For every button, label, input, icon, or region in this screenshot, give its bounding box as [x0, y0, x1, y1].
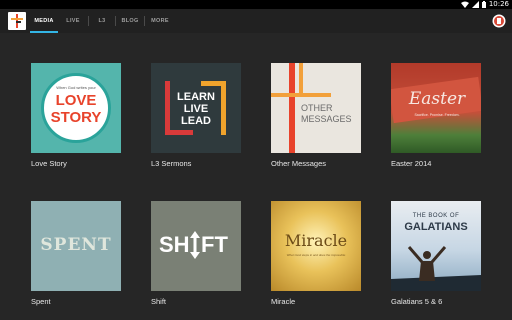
- l3-frame-bar: [165, 130, 193, 135]
- spent-art-line1: SPENT: [40, 235, 112, 255]
- shift-thumbnail: SH FT: [151, 201, 241, 291]
- media-item-title: Spent: [31, 297, 51, 306]
- media-item-title: Galatians 5 & 6: [391, 297, 443, 306]
- love-story-art-line3: STORY: [50, 109, 102, 126]
- media-item-title: L3 Sermons: [151, 159, 192, 168]
- tab-media-label: MEDIA: [34, 18, 54, 24]
- media-item-easter-2014[interactable]: Easter Sacrifice. Promise. Freedom. East…: [391, 63, 481, 168]
- media-item-title: Other Messages: [271, 159, 327, 168]
- media-item-shift[interactable]: SH FT Shift: [151, 201, 241, 306]
- l3-sermons-thumbnail: LEARN LIVE LEAD: [151, 63, 241, 153]
- action-bar: MEDIA LIVE L3 BLOG MORE: [0, 9, 512, 33]
- l3-frame-bar: [221, 81, 226, 135]
- app-action-icon[interactable]: [492, 14, 506, 28]
- tab-l3-label: L3: [98, 18, 106, 24]
- tab-blog-label: BLOG: [121, 18, 139, 24]
- shift-art-line2: FT: [201, 232, 228, 257]
- cross-bar: [299, 63, 303, 95]
- other-messages-art-line2: MESSAGES: [301, 114, 352, 124]
- love-story-art-line1: When God writes your: [56, 85, 96, 90]
- miracle-thumbnail: Miracle When God steps in and does the i…: [271, 201, 361, 291]
- l3-art-line1: LEARN: [177, 91, 215, 103]
- other-messages-thumbnail: OTHER MESSAGES: [271, 63, 361, 153]
- miracle-art-line1: Miracle: [284, 231, 348, 250]
- person-silhouette-icon: [391, 246, 481, 291]
- other-messages-art-line1: OTHER: [301, 103, 333, 113]
- tab-live-label: LIVE: [66, 18, 80, 24]
- tab-l3[interactable]: L3: [89, 9, 115, 33]
- signal-icon: [472, 1, 479, 8]
- cross-bar: [271, 93, 331, 97]
- galatians-art-line2: GALATIANS: [404, 221, 468, 233]
- spent-thumbnail: SPENT: [31, 201, 121, 291]
- media-item-title: Love Story: [31, 159, 67, 168]
- tab-blog[interactable]: BLOG: [116, 9, 144, 33]
- church-logo-icon[interactable]: [8, 12, 26, 30]
- media-item-l3-sermons[interactable]: LEARN LIVE LEAD L3 Sermons: [151, 63, 241, 168]
- status-icons: [461, 1, 486, 8]
- media-item-title: Shift: [151, 297, 167, 306]
- media-item-spent[interactable]: SPENT Spent: [31, 201, 121, 306]
- easter-art-line1: Easter: [408, 89, 466, 109]
- media-item-miracle[interactable]: Miracle When God steps in and does the i…: [271, 201, 361, 306]
- tab-media[interactable]: MEDIA: [30, 9, 58, 33]
- status-time: 10:26: [488, 0, 509, 8]
- battery-icon: [482, 1, 486, 8]
- l3-art-line2: LIVE: [183, 103, 209, 115]
- miracle-art-line2: When God steps in and does the impossibl…: [286, 253, 346, 257]
- l3-art-line3: LEAD: [181, 115, 211, 127]
- galatians-art-line1: THE BOOK OF: [412, 213, 460, 219]
- media-item-title: Miracle: [271, 297, 296, 306]
- media-item-love-story[interactable]: When God writes your LOVE STORY Love Sto…: [31, 63, 121, 168]
- wifi-icon: [461, 1, 469, 8]
- media-grid: When God writes your LOVE STORY Love Sto…: [0, 33, 512, 320]
- tab-live[interactable]: LIVE: [58, 9, 88, 33]
- cross-bar: [289, 63, 295, 153]
- shift-art-line1: SH: [159, 232, 190, 257]
- easter-art-line2: Sacrifice. Promise. Freedom.: [414, 113, 460, 117]
- easter-thumbnail: Easter Sacrifice. Promise. Freedom.: [391, 63, 481, 153]
- tab-bar: MEDIA LIVE L3 BLOG MORE: [30, 9, 175, 33]
- media-item-other-messages[interactable]: OTHER MESSAGES Other Messages: [271, 63, 361, 168]
- status-bar: 10:26: [0, 0, 512, 9]
- tab-more-label: MORE: [151, 18, 169, 24]
- l3-frame-bar: [165, 81, 170, 135]
- love-story-thumbnail: When God writes your LOVE STORY: [31, 63, 121, 153]
- media-item-galatians[interactable]: THE BOOK OF GALATIANS Galatians 5 & 6: [391, 201, 481, 306]
- up-down-arrow-icon: [190, 231, 200, 259]
- l3-frame-bar: [201, 81, 226, 86]
- tab-more[interactable]: MORE: [145, 9, 175, 33]
- galatians-thumbnail: THE BOOK OF GALATIANS: [391, 201, 481, 291]
- media-item-title: Easter 2014: [391, 159, 432, 168]
- love-story-art-line2: LOVE: [55, 92, 97, 109]
